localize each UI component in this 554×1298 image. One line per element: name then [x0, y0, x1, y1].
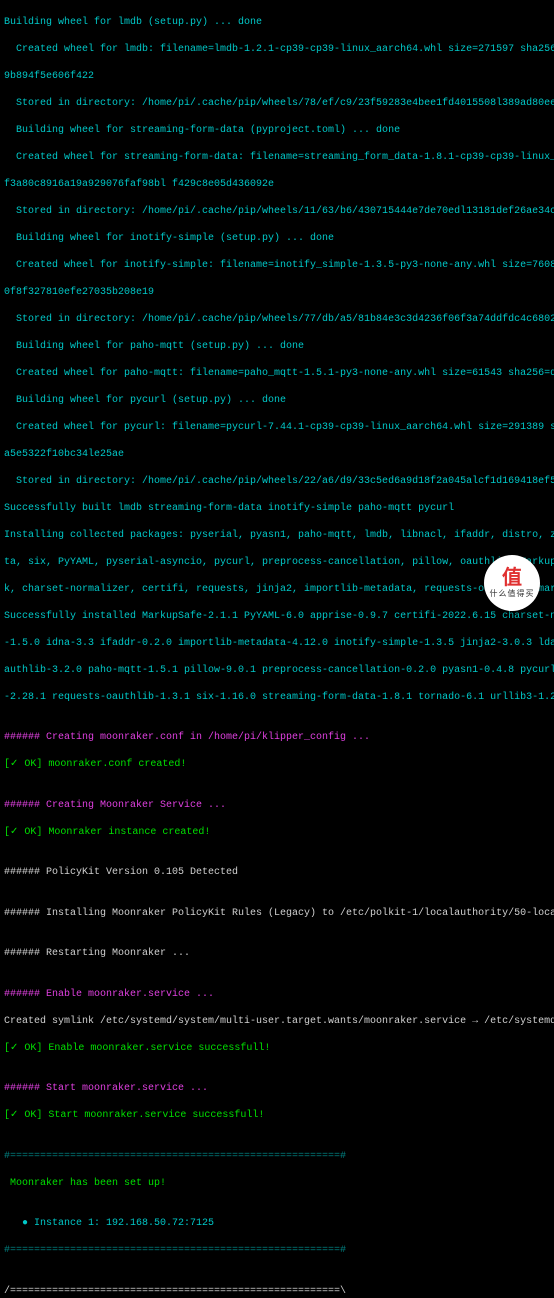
- terminal-output: Building wheel for lmdb (setup.py) ... d…: [0, 0, 554, 1298]
- smzdm-watermark: 值 什么值得买: [484, 555, 540, 611]
